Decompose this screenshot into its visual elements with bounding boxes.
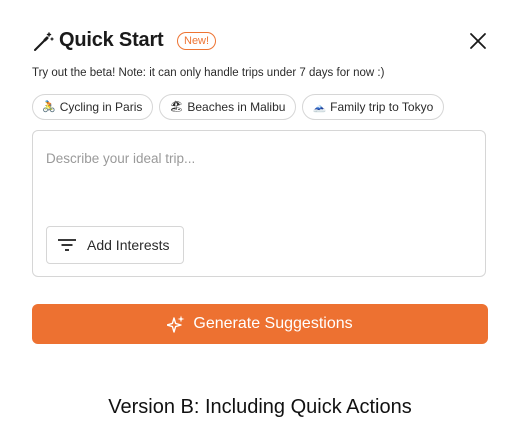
quick-start-header: Quick Start New! bbox=[32, 28, 488, 56]
beta-note: Try out the beta! Note: it can only hand… bbox=[32, 67, 385, 79]
chip-label: Family trip to Tokyo bbox=[330, 100, 434, 114]
mountain-icon: 🗻 bbox=[312, 101, 327, 113]
filter-icon bbox=[58, 239, 76, 251]
new-badge: New! bbox=[177, 32, 217, 50]
page-title: Quick Start bbox=[59, 29, 164, 51]
add-interests-button[interactable]: Add Interests bbox=[46, 226, 184, 264]
close-icon[interactable] bbox=[468, 31, 488, 51]
quick-action-chips: 🚴 Cycling in Paris 🏖 Beaches in Malibu 🗻… bbox=[32, 94, 445, 120]
chip-label: Beaches in Malibu bbox=[187, 100, 286, 114]
bicycle-icon: 🚴 bbox=[42, 101, 56, 113]
chip-family-trip-to-tokyo[interactable]: 🗻 Family trip to Tokyo bbox=[302, 94, 445, 120]
beach-umbrella-icon: 🏖 bbox=[169, 101, 184, 113]
chip-label: Cycling in Paris bbox=[59, 100, 143, 114]
version-caption: Version B: Including Quick Actions bbox=[108, 396, 412, 418]
chip-beaches-in-malibu[interactable]: 🏖 Beaches in Malibu bbox=[159, 94, 297, 120]
magic-wand-icon bbox=[34, 32, 54, 51]
trip-description-placeholder: Describe your ideal trip... bbox=[46, 151, 196, 166]
generate-suggestions-button[interactable]: Generate Suggestions bbox=[32, 304, 488, 344]
trip-description-input[interactable]: Describe your ideal trip... Add Interest… bbox=[32, 130, 486, 277]
sparkle-icon bbox=[167, 315, 185, 333]
add-interests-label: Add Interests bbox=[87, 237, 170, 253]
generate-suggestions-label: Generate Suggestions bbox=[193, 315, 353, 332]
chip-cycling-in-paris[interactable]: 🚴 Cycling in Paris bbox=[32, 94, 154, 120]
